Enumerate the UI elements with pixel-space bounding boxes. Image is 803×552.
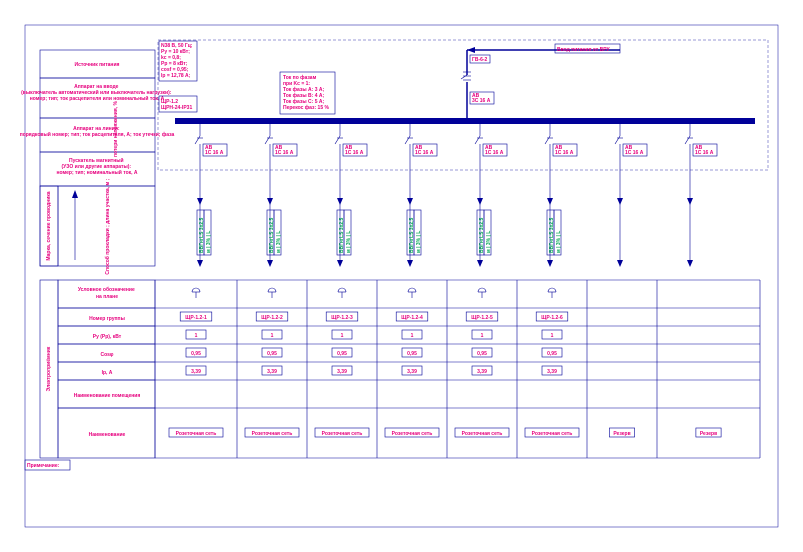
svg-text:Наименование: Наименование <box>89 432 126 438</box>
svg-text:Наименование помещения: Наименование помещения <box>74 393 141 399</box>
svg-text:м | 3% | L: м | 3% | L <box>276 231 282 253</box>
svg-text:1С 16 А: 1С 16 А <box>625 150 644 156</box>
svg-text:Розеточная сеть: Розеточная сеть <box>392 431 433 437</box>
svg-text:Ру (Рр), кВт: Ру (Рр), кВт <box>93 334 122 340</box>
svg-text:0,95: 0,95 <box>191 351 201 357</box>
svg-text:Ток фазы С: 5 А;: Ток фазы С: 5 А; <box>283 98 324 105</box>
svg-text:Cosφ: Cosφ <box>100 352 113 358</box>
row4-label: Пускатель магнитный (УЗО или другие аппа… <box>56 157 137 176</box>
svg-text:м | 3% | L: м | 3% | L <box>416 231 422 253</box>
panel-boundary <box>158 40 768 170</box>
svg-text:Условное обозначение на: Условное обозначение на плане <box>78 286 136 300</box>
input-device-block: ЩР-1.2 ЩРН-24-IP31 <box>159 96 197 112</box>
electrical-single-line-diagram: Источник питания Аппарат на вводе (выклю… <box>0 0 803 552</box>
svg-text:3,39: 3,39 <box>407 369 417 375</box>
svg-text:Iр = 12,78 А;: Iр = 12,78 А; <box>161 73 191 79</box>
data-table: ЩР-1.2-1 ЩР-1.2-2 ЩР-1.2-3 ЩР-1.2-4 ЩР-1.2-5… <box>155 280 760 458</box>
feed-from-vru: Ввод питания от ВРУ ГВ-6-2 АВ 3С 16 А <box>461 44 620 118</box>
svg-text:3С 16 А: 3С 16 А <box>472 98 491 104</box>
svg-text:1С 16 А: 1С 16 А <box>345 150 364 156</box>
svg-text:1С 16 А: 1С 16 А <box>205 150 224 156</box>
svg-text:0,95: 0,95 <box>267 351 277 357</box>
svg-text:Перекос фаз: 15 %: Перекос фаз: 15 % <box>283 104 330 111</box>
svg-text:1С 16 А: 1С 16 А <box>485 150 504 156</box>
svg-text:1С 16 А: 1С 16 А <box>415 150 434 156</box>
svg-text:Ток по фазам: Ток по фазам <box>283 74 317 81</box>
svg-text:ЩР-1.2-6: ЩР-1.2-6 <box>541 315 563 321</box>
svg-text:ЩР-1.2-2: ЩР-1.2-2 <box>261 315 283 321</box>
table-left-headers: Электроприёмник Условное обозначение на … <box>40 280 155 458</box>
svg-text:Розеточная сеть: Розеточная сеть <box>322 431 363 437</box>
svg-text:Розеточная сеть: Розеточная сеть <box>462 431 503 437</box>
row1-label: Источник питания <box>75 62 120 68</box>
svg-text:3,39: 3,39 <box>267 369 277 375</box>
svg-text:3,39: 3,39 <box>191 369 201 375</box>
svg-text:Розеточная сеть: Розеточная сеть <box>532 431 573 437</box>
svg-text:Электроприёмник: Электроприёмник <box>46 346 52 391</box>
svg-text:0,95: 0,95 <box>547 351 557 357</box>
svg-text:ЩР-1.2-4: ЩР-1.2-4 <box>401 315 423 321</box>
svg-text:Ввод питания от ВРУ: Ввод питания от ВРУ <box>557 47 611 53</box>
row5a-label: Марка, сечение проводника <box>46 191 52 260</box>
svg-text:0,95: 0,95 <box>477 351 487 357</box>
svg-text:Номер группы: Номер группы <box>89 316 125 322</box>
svg-text:1: 1 <box>551 333 554 339</box>
main-busbar <box>175 118 755 124</box>
phase-current-block: Ток по фазам при Kc = 1: Ток фазы А: 3 А… <box>280 72 335 114</box>
svg-text:м | 3% | L: м | 3% | L <box>206 231 212 253</box>
row2-label: Аппарат на вводе (выключатель автоматиче… <box>21 84 173 102</box>
svg-text:3,39: 3,39 <box>547 369 557 375</box>
svg-text:Iр, А: Iр, А <box>102 370 113 376</box>
svg-text:Розеточная сеть: Розеточная сеть <box>176 431 217 437</box>
svg-text:Резерв: Резерв <box>613 431 630 437</box>
svg-text:Ток фазы В: 4 А;: Ток фазы В: 4 А; <box>283 92 324 99</box>
svg-text:1: 1 <box>341 333 344 339</box>
left-header: Источник питания Аппарат на вводе (выклю… <box>20 50 175 275</box>
svg-text:1С 16 А: 1С 16 А <box>695 150 714 156</box>
input-power-block: N38 В, 50 Гц; Pу = 10 кВт; kс = 0,8; Pр … <box>159 41 197 81</box>
note-label: Примечание: <box>27 463 60 469</box>
svg-text:1: 1 <box>271 333 274 339</box>
row3-label: Аппарат на линии: порядковый номер; тип;… <box>20 126 175 138</box>
svg-text:Ток фазы А: 3 А;: Ток фазы А: 3 А; <box>283 86 324 93</box>
svg-text:Резерв: Резерв <box>700 431 717 437</box>
svg-text:0,95: 0,95 <box>407 351 417 357</box>
svg-text:1: 1 <box>195 333 198 339</box>
svg-text:1С 16 А: 1С 16 А <box>275 150 294 156</box>
svg-text:ГВ-6-2: ГВ-6-2 <box>472 57 488 63</box>
svg-text:Розеточная сеть: Розеточная сеть <box>252 431 293 437</box>
svg-text:м | 3% | L: м | 3% | L <box>346 231 352 253</box>
svg-text:3,39: 3,39 <box>337 369 347 375</box>
svg-text:ЩР-1.2-3: ЩР-1.2-3 <box>331 315 353 321</box>
svg-text:ЩР-1.2-1: ЩР-1.2-1 <box>185 315 207 321</box>
svg-text:ЩР-1.2-5: ЩР-1.2-5 <box>471 315 493 321</box>
svg-text:1С 16 А: 1С 16 А <box>555 150 574 156</box>
svg-text:м | 3% | L: м | 3% | L <box>556 231 562 253</box>
svg-text:1: 1 <box>411 333 414 339</box>
outgoing-circuits: АВ1С 16 АВВГнгLS 3х2,5м | 3% | LАВ1С 16 … <box>195 124 717 267</box>
svg-text:3,39: 3,39 <box>477 369 487 375</box>
svg-text:м | 3% | L: м | 3% | L <box>486 231 492 253</box>
svg-text:0,95: 0,95 <box>337 351 347 357</box>
svg-text:1: 1 <box>481 333 484 339</box>
svg-text:ЩРН-24-IP31: ЩРН-24-IP31 <box>161 105 192 111</box>
